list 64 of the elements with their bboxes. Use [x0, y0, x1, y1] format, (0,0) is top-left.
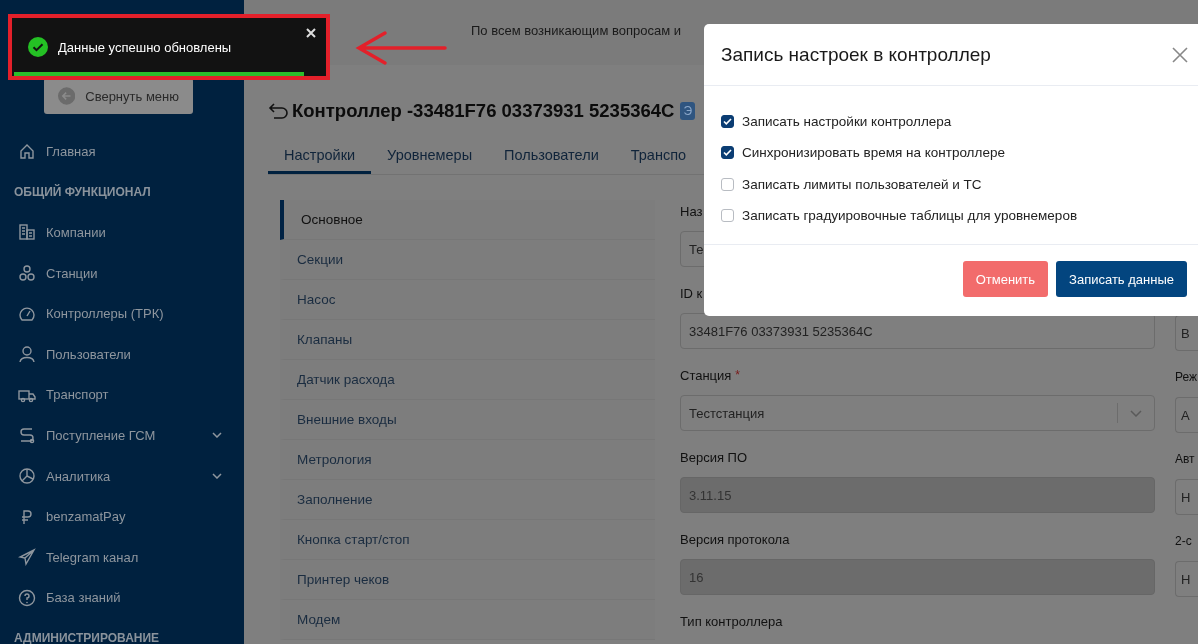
- tab[interactable]: Настройки: [268, 138, 372, 174]
- field-label: Наз: [680, 203, 703, 219]
- page-title: Контроллер -33481F76 03373931 5235364C: [292, 100, 675, 122]
- field-label: Тип контроллера: [680, 613, 783, 629]
- field-label: Реж: [1175, 370, 1198, 384]
- sidebar-item[interactable]: benzamatPay: [46, 509, 222, 525]
- home-icon: [18, 142, 36, 161]
- input-field[interactable]: А: [1175, 397, 1198, 433]
- station-select[interactable]: Тестстанция: [680, 395, 1155, 431]
- checkbox-label: Записать настройки контроллера: [742, 114, 952, 130]
- section-heading: АДМИНИСТРИРОВАНИЕ: [13, 630, 161, 644]
- input-field[interactable]: Н: [1175, 479, 1198, 515]
- chevron-down-icon: [212, 473, 222, 480]
- section-heading: ОБЩИЙ ФУНКЦИОНАЛ: [13, 183, 152, 201]
- status-badge: Э: [680, 102, 696, 120]
- circles-icon: [18, 264, 36, 283]
- checkbox[interactable]: [721, 209, 734, 223]
- sidebar-item[interactable]: База знаний: [46, 590, 222, 606]
- notice-text: По всем возникающим вопросам и: [471, 23, 681, 38]
- chevron-down-icon: [1130, 409, 1142, 417]
- sidebar-item[interactable]: Компании: [46, 225, 222, 240]
- sidebar-item[interactable]: Главная: [46, 143, 222, 159]
- building-icon: [18, 223, 36, 242]
- sidebar-item[interactable]: Поступление ГСМ: [46, 427, 202, 443]
- input-field[interactable]: В: [1175, 315, 1198, 351]
- cancel-button[interactable]: Отменить: [962, 261, 1049, 298]
- toast-message: Данные успешно обновлены: [58, 39, 232, 55]
- help-icon: [18, 588, 36, 607]
- sidebar-item[interactable]: Пользователи: [46, 346, 222, 362]
- tab[interactable]: Уровнемеры: [371, 138, 489, 174]
- tab[interactable]: Пользователи: [488, 138, 615, 174]
- checkbox[interactable]: [721, 115, 734, 129]
- sidebar-item[interactable]: Контроллеры (ТРК): [46, 306, 222, 322]
- gauge-icon: [18, 304, 36, 323]
- dialog-title: Запись настроек в контроллер: [721, 43, 991, 66]
- pie-chart-icon: [18, 467, 36, 486]
- tab[interactable]: Транспо: [614, 138, 687, 174]
- route-icon: [18, 426, 36, 445]
- field-label: ID к: [680, 285, 703, 301]
- check-circle-icon: [28, 37, 48, 57]
- checkbox-label: Записать градуировочные таблицы для уровнемеров: [742, 208, 1078, 224]
- field-label: Версия протокола: [680, 531, 790, 547]
- save-button[interactable]: Записать данные: [1056, 261, 1187, 298]
- checkbox-label: Записать лимиты пользователей и ТС: [742, 176, 982, 192]
- sidebar-item[interactable]: Транспорт: [46, 387, 222, 403]
- field-label: Авт: [1175, 452, 1195, 466]
- input-field[interactable]: Н: [1175, 561, 1198, 597]
- collapse-menu-button[interactable]: Свернуть меню: [44, 78, 193, 114]
- sidebar-item[interactable]: Аналитика: [46, 468, 202, 484]
- checkbox[interactable]: [721, 146, 734, 160]
- checkbox-label: Синхронизировать время на контроллере: [742, 145, 1005, 161]
- paper-plane-icon: [18, 548, 36, 567]
- field-label: 2-с: [1175, 534, 1192, 548]
- checkbox[interactable]: [721, 177, 734, 191]
- field-label: Станция: [680, 367, 732, 383]
- sidebar-item[interactable]: Telegram канал: [46, 549, 222, 565]
- input-field[interactable]: 33481F76 03373931 5235364C: [680, 313, 1155, 349]
- back-arrow-icon: [268, 102, 290, 120]
- user-icon: [18, 345, 36, 364]
- required-mark: *: [735, 368, 741, 382]
- settings-menu-item[interactable]: Основное: [280, 200, 655, 240]
- chevron-down-icon: [212, 432, 222, 439]
- sidebar-item[interactable]: Станции: [46, 265, 222, 281]
- field-label: Версия ПО: [680, 449, 747, 465]
